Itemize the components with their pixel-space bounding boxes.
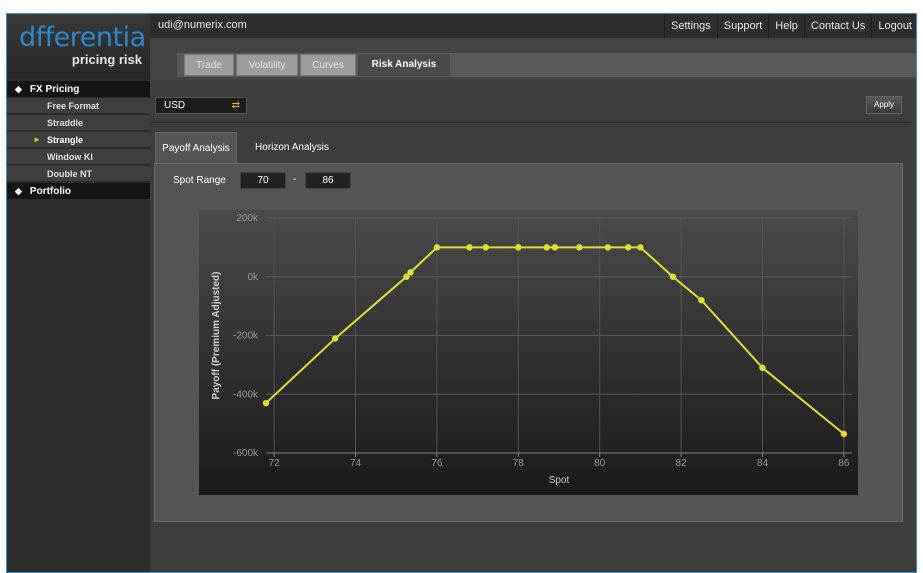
user-email: udi@numerix.com [158, 19, 247, 31]
y-tick-label: 0k [247, 272, 259, 283]
contact-us-link[interactable]: Contact Us [803, 14, 871, 38]
sidebar-item-double-nt[interactable]: Double NT [7, 166, 150, 182]
x-tick-label: 80 [594, 458, 606, 469]
data-point [262, 399, 270, 407]
sidebar-item-label: Strangle [47, 135, 84, 145]
diamond-icon: ◆ [15, 84, 22, 94]
nav-group-portfolio[interactable]: ◆ Portfolio [7, 183, 150, 199]
y-tick-label: -400k [233, 389, 259, 400]
sidebar-item-label: Double NT [47, 169, 92, 179]
data-point [482, 244, 489, 251]
tab-volatility[interactable]: Volatility [236, 54, 298, 76]
data-point [669, 273, 677, 280]
payoff-chart-svg: -600k -400k -200k 0k 200k 72 74 76 78 80 82 84 86 Spo… [199, 210, 858, 495]
apply-button[interactable]: Apply [866, 96, 902, 114]
y-tick-label: 200k [236, 213, 259, 224]
data-point [637, 244, 644, 251]
data-point [543, 244, 550, 251]
help-link[interactable]: Help [768, 14, 804, 38]
tab-payoff-analysis[interactable]: Payoff Analysis [155, 132, 237, 164]
spot-range-separator: - [293, 174, 297, 185]
x-tick-label: 76 [431, 458, 443, 469]
data-point [576, 244, 583, 251]
sidebar-item-straddle[interactable]: Straddle [7, 115, 150, 131]
logout-link[interactable]: Logout [871, 14, 916, 38]
y-axis-label: Payoff (Premium Adjusted) [211, 272, 222, 400]
arrow-right-icon: ► [33, 135, 41, 144]
spot-range-from-input[interactable]: 70 [240, 172, 286, 189]
brand-logo: dfferentia pricing risk [7, 14, 150, 79]
sidebar-item-label: Free Format [47, 101, 100, 111]
x-tick-label: 78 [513, 458, 525, 469]
sidebar-item-window-ki[interactable]: Window KI [7, 149, 150, 165]
x-tick-label: 84 [757, 458, 769, 469]
tab-risk-analysis[interactable]: Risk Analysis [358, 54, 450, 76]
tab-horizon-analysis[interactable]: Horizon Analysis [244, 132, 340, 164]
x-tick-label: 72 [269, 458, 281, 469]
tab-trade[interactable]: Trade [184, 54, 234, 76]
nav-group-fx-pricing[interactable]: ◆ FX Pricing [7, 81, 150, 97]
data-point [604, 244, 612, 251]
sidebar: dfferentia pricing risk ◆ FX Pricing Free… [7, 14, 150, 572]
top-bar: udi@numerix.com Settings Support Help Co… [150, 14, 916, 38]
logo-wordmark: dfferentia [19, 22, 146, 53]
data-point [624, 244, 632, 251]
sidebar-item-label: Straddle [47, 118, 84, 128]
nav-group-label: FX Pricing [29, 84, 80, 95]
chart-background [199, 210, 858, 495]
sidebar-item-label: Window KI [47, 152, 93, 162]
data-point [759, 364, 766, 372]
support-link[interactable]: Support [716, 14, 769, 38]
nav-group-label: Portfolio [29, 186, 72, 197]
y-tick-label: -200k [233, 331, 259, 342]
currency-value: USD [164, 100, 186, 111]
data-point [433, 244, 441, 251]
swap-arrows-icon: ⇄ [231, 100, 240, 111]
divider [150, 122, 911, 123]
top-links: Settings Support Help Contact Us Logout [664, 14, 916, 38]
tab-curves[interactable]: Curves [300, 54, 356, 76]
spot-range-label: Spot Range [173, 175, 226, 186]
settings-link[interactable]: Settings [664, 14, 717, 38]
logo-tagline: pricing risk [71, 52, 142, 67]
data-point [840, 430, 848, 438]
spot-range-to-input[interactable]: 86 [305, 172, 351, 189]
sidebar-item-strangle[interactable]: ► Strangle [7, 132, 150, 148]
diamond-icon: ◆ [15, 186, 22, 196]
data-point [407, 269, 414, 276]
x-tick-label: 82 [676, 458, 688, 469]
y-tick-label: -600k [233, 448, 259, 459]
data-point [515, 244, 522, 251]
x-tick-label: 86 [838, 458, 850, 469]
data-point [466, 244, 473, 251]
x-tick-label: 74 [350, 458, 362, 469]
payoff-chart: -600k -400k -200k 0k 200k 72 74 76 78 80 82 84 86 Spo… [199, 210, 858, 495]
data-point [551, 244, 559, 251]
sidebar-item-free-format[interactable]: Free Format [7, 98, 150, 114]
data-point [331, 335, 339, 342]
data-point [698, 297, 705, 304]
x-axis-label: Spot [549, 475, 570, 486]
currency-select[interactable]: USD ⇄ [155, 97, 247, 114]
